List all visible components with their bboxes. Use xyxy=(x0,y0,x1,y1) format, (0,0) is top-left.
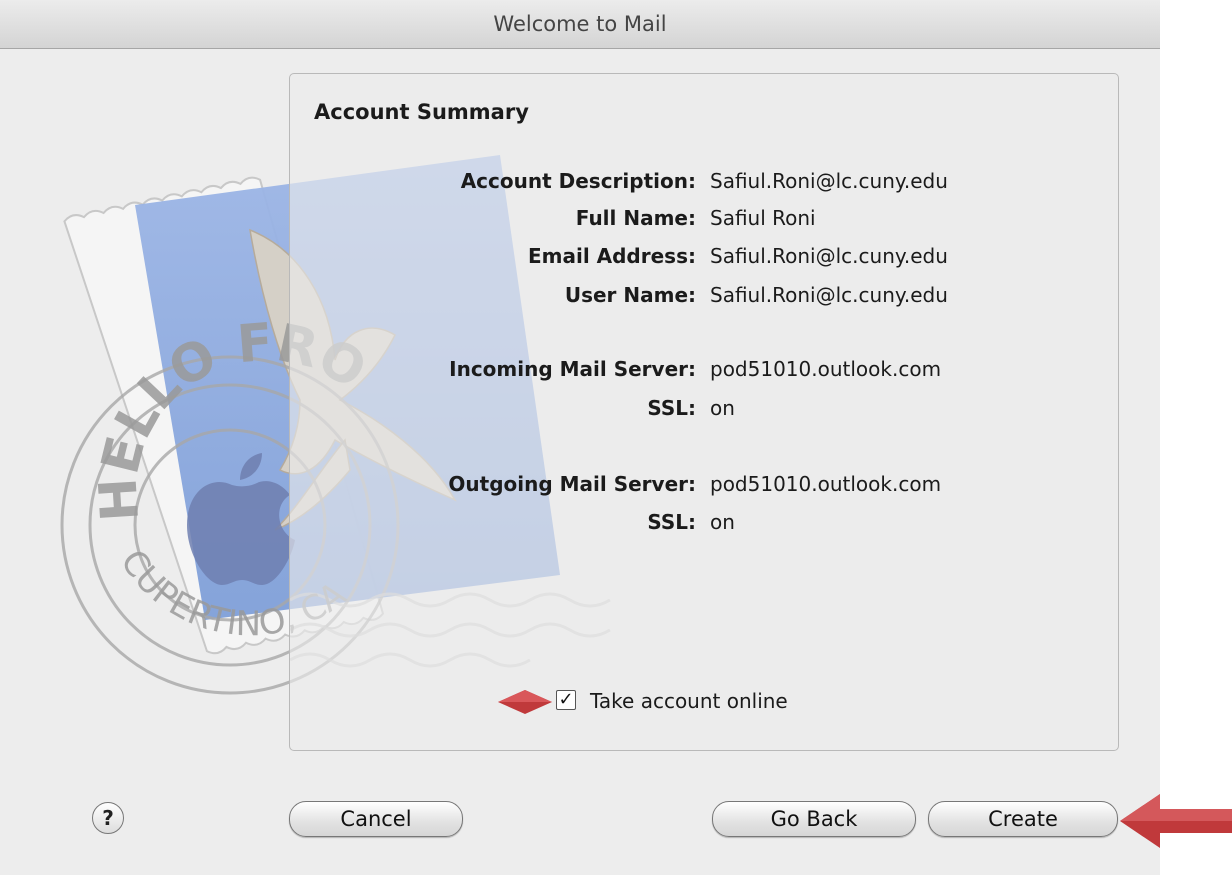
red-arrow-icon xyxy=(1120,794,1232,848)
go-back-button[interactable]: Go Back xyxy=(712,801,916,837)
row-value: Safiul.Roni@lc.cuny.edu xyxy=(710,244,948,268)
summary-heading: Account Summary xyxy=(314,100,529,124)
summary-row-outgoing-ssl: SSL: on xyxy=(290,507,1116,537)
summary-row-account-description: Account Description: Safiul.Roni@lc.cuny… xyxy=(290,166,1116,196)
create-button[interactable]: Create xyxy=(928,801,1118,837)
summary-row-email-address: Email Address: Safiul.Roni@lc.cuny.edu xyxy=(290,241,1116,271)
row-label: Outgoing Mail Server: xyxy=(448,472,696,496)
row-value: on xyxy=(710,396,735,420)
row-value: pod51010.outlook.com xyxy=(710,357,942,381)
row-label: Account Description: xyxy=(460,169,696,193)
help-button[interactable]: ? xyxy=(92,802,124,834)
summary-row-user-name: User Name: Safiul.Roni@lc.cuny.edu xyxy=(290,280,1116,310)
row-value: pod51010.outlook.com xyxy=(710,472,942,496)
row-label: Full Name: xyxy=(575,206,696,230)
row-label: SSL: xyxy=(647,396,696,420)
row-label: SSL: xyxy=(647,510,696,534)
row-label: Incoming Mail Server: xyxy=(449,357,696,381)
row-label: User Name: xyxy=(564,283,696,307)
summary-row-full-name: Full Name: Safiul Roni xyxy=(290,203,1116,233)
row-value: Safiul.Roni@lc.cuny.edu xyxy=(710,283,948,307)
summary-row-incoming-server: Incoming Mail Server: pod51010.outlook.c… xyxy=(290,354,1116,384)
take-account-online-label[interactable]: Take account online xyxy=(590,686,788,716)
mail-setup-window: Welcome to Mail HELLO F CUPERTINO Accoun… xyxy=(0,0,1160,875)
row-value: Safiul.Roni@lc.cuny.edu xyxy=(710,169,948,193)
row-value: Safiul Roni xyxy=(710,206,816,230)
checkbox-checked-icon[interactable]: ✓ xyxy=(556,690,576,710)
red-diamond-icon xyxy=(498,690,552,714)
row-value: on xyxy=(710,510,735,534)
summary-row-outgoing-server: Outgoing Mail Server: pod51010.outlook.c… xyxy=(290,469,1116,499)
summary-row-incoming-ssl: SSL: on xyxy=(290,393,1116,423)
row-label: Email Address: xyxy=(527,244,696,268)
cancel-button[interactable]: Cancel xyxy=(289,801,463,837)
